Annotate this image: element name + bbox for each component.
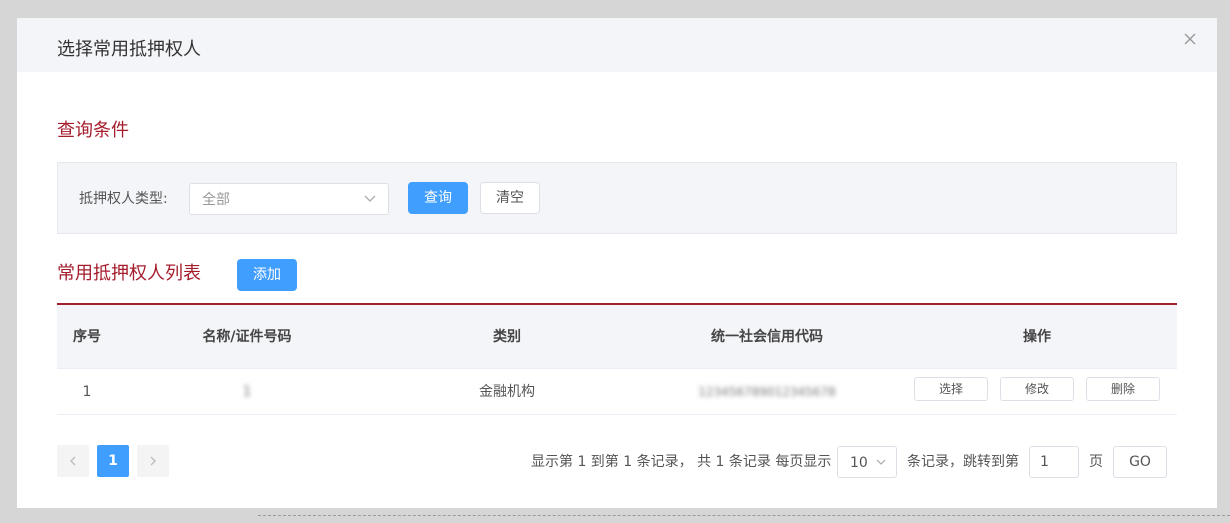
- chevron-left-icon: [70, 456, 76, 466]
- mortgagee-type-select[interactable]: 全部: [189, 183, 389, 215]
- select-mortgagee-dialog: 选择常用抵押权人 查询条件 抵押权人类型: 全部 查询 清空 常用抵押权人列表 …: [17, 18, 1217, 508]
- chevron-down-icon: [876, 459, 886, 465]
- clear-button[interactable]: 清空: [480, 182, 540, 214]
- search-button[interactable]: 查询: [408, 182, 468, 214]
- chevron-down-icon: [364, 195, 376, 202]
- list-section-title: 常用抵押权人列表: [57, 263, 201, 284]
- dialog-header: 选择常用抵押权人: [17, 18, 1217, 72]
- col-header-name: 名称/证件号码: [202, 329, 292, 345]
- select-button[interactable]: 选择: [914, 377, 988, 401]
- mortgagee-type-label: 抵押权人类型:: [79, 191, 168, 207]
- page-size-value: 10: [850, 455, 868, 471]
- col-header-credit-code: 统一社会信用代码: [711, 329, 823, 345]
- dialog-title: 选择常用抵押权人: [57, 39, 201, 60]
- background-page-text: [355, 0, 655, 6]
- row-category: 金融机构: [479, 384, 535, 400]
- page-button-current[interactable]: 1: [97, 445, 129, 477]
- jump-label: 条记录，跳转到第: [907, 454, 1019, 470]
- table-header: 序号 名称/证件号码 类别 统一社会信用代码 操作: [57, 305, 1177, 369]
- chevron-right-icon: [150, 456, 156, 466]
- row-index: 1: [82, 384, 92, 400]
- col-header-actions: 操作: [1023, 329, 1051, 345]
- go-button[interactable]: GO: [1113, 446, 1167, 478]
- prev-page-button[interactable]: [57, 445, 89, 477]
- add-button[interactable]: 添加: [237, 259, 297, 291]
- row-name: 1: [242, 384, 252, 400]
- mortgagee-type-value: 全部: [202, 192, 230, 208]
- delete-button[interactable]: 删除: [1086, 377, 1160, 401]
- table-row: 1 1 金融机构 123456789012345678 选择 修改 删除: [57, 369, 1177, 415]
- jump-suffix: 页: [1089, 454, 1103, 470]
- row-credit-code: 123456789012345678: [698, 385, 836, 399]
- mortgagee-table: 序号 名称/证件号码 类别 统一社会信用代码 操作 1 1 金融机构 12345…: [57, 305, 1177, 415]
- pagination-summary: 显示第 1 到第 1 条记录， 共 1 条记录 每页显示: [531, 454, 832, 470]
- close-icon[interactable]: [1183, 32, 1197, 46]
- page-size-select[interactable]: 10: [837, 446, 897, 478]
- query-panel: 抵押权人类型: 全部 查询 清空: [57, 162, 1177, 234]
- jump-page-input[interactable]: [1029, 446, 1079, 478]
- col-header-index: 序号: [73, 329, 101, 345]
- next-page-button[interactable]: [137, 445, 169, 477]
- background-divider: [258, 515, 1230, 516]
- col-header-category: 类别: [493, 329, 521, 345]
- query-section-title: 查询条件: [57, 120, 129, 141]
- edit-button[interactable]: 修改: [1000, 377, 1074, 401]
